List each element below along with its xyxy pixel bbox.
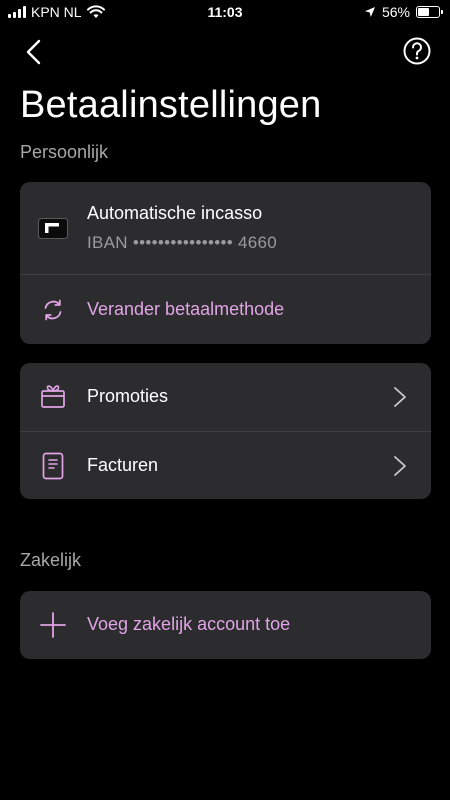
battery-level-fill	[418, 8, 429, 16]
chevron-left-icon[interactable]	[18, 36, 50, 68]
promotions-label: Promoties	[87, 386, 169, 406]
invoices-label: Facturen	[87, 455, 159, 475]
invoices-row[interactable]: Facturen	[20, 431, 431, 499]
bank-card-icon	[38, 218, 68, 239]
iban-line: IBAN •••••••••••••••• 4660	[87, 233, 277, 253]
iban-suffix: 4660	[237, 233, 278, 252]
section-label-business: Zakelijk	[20, 550, 82, 570]
chevron-right-icon	[394, 456, 406, 476]
business-account-card: Voeg zakelijk account toe	[20, 591, 431, 659]
battery-percentage: 56%	[381, 4, 410, 20]
payment-method-card: Automatische incasso IBAN ••••••••••••••…	[20, 182, 431, 344]
battery-icon	[416, 6, 443, 18]
payment-method-row: Automatische incasso IBAN ••••••••••••••…	[20, 182, 431, 274]
gift-icon	[41, 385, 65, 408]
account-options-card: Promoties Facturen	[20, 363, 431, 499]
iban-masked: ••••••••••••••••	[132, 233, 233, 252]
section-label-personal: Persoonlijk	[20, 142, 109, 162]
promotions-row[interactable]: Promoties	[20, 363, 431, 431]
iban-prefix: IBAN	[87, 233, 128, 252]
chevron-right-icon	[394, 387, 406, 407]
page-title: Betaalinstellingen	[20, 84, 322, 126]
add-business-account-button[interactable]: Voeg zakelijk account toe	[20, 591, 431, 659]
refresh-icon	[44, 299, 62, 321]
change-payment-method-label: Verander betaalmethode	[87, 299, 285, 319]
payment-method-title: Automatische incasso	[87, 203, 263, 223]
invoice-icon	[42, 452, 64, 480]
location-arrow-icon	[364, 7, 375, 17]
plus-icon	[40, 612, 66, 638]
status-bar: KPN NL 11:03 56%	[0, 0, 450, 26]
add-business-account-label: Voeg zakelijk account toe	[87, 614, 291, 634]
change-payment-method-button[interactable]: Verander betaalmethode	[20, 274, 431, 344]
question-circle-icon[interactable]	[402, 36, 432, 66]
status-right: 56%	[364, 4, 443, 20]
